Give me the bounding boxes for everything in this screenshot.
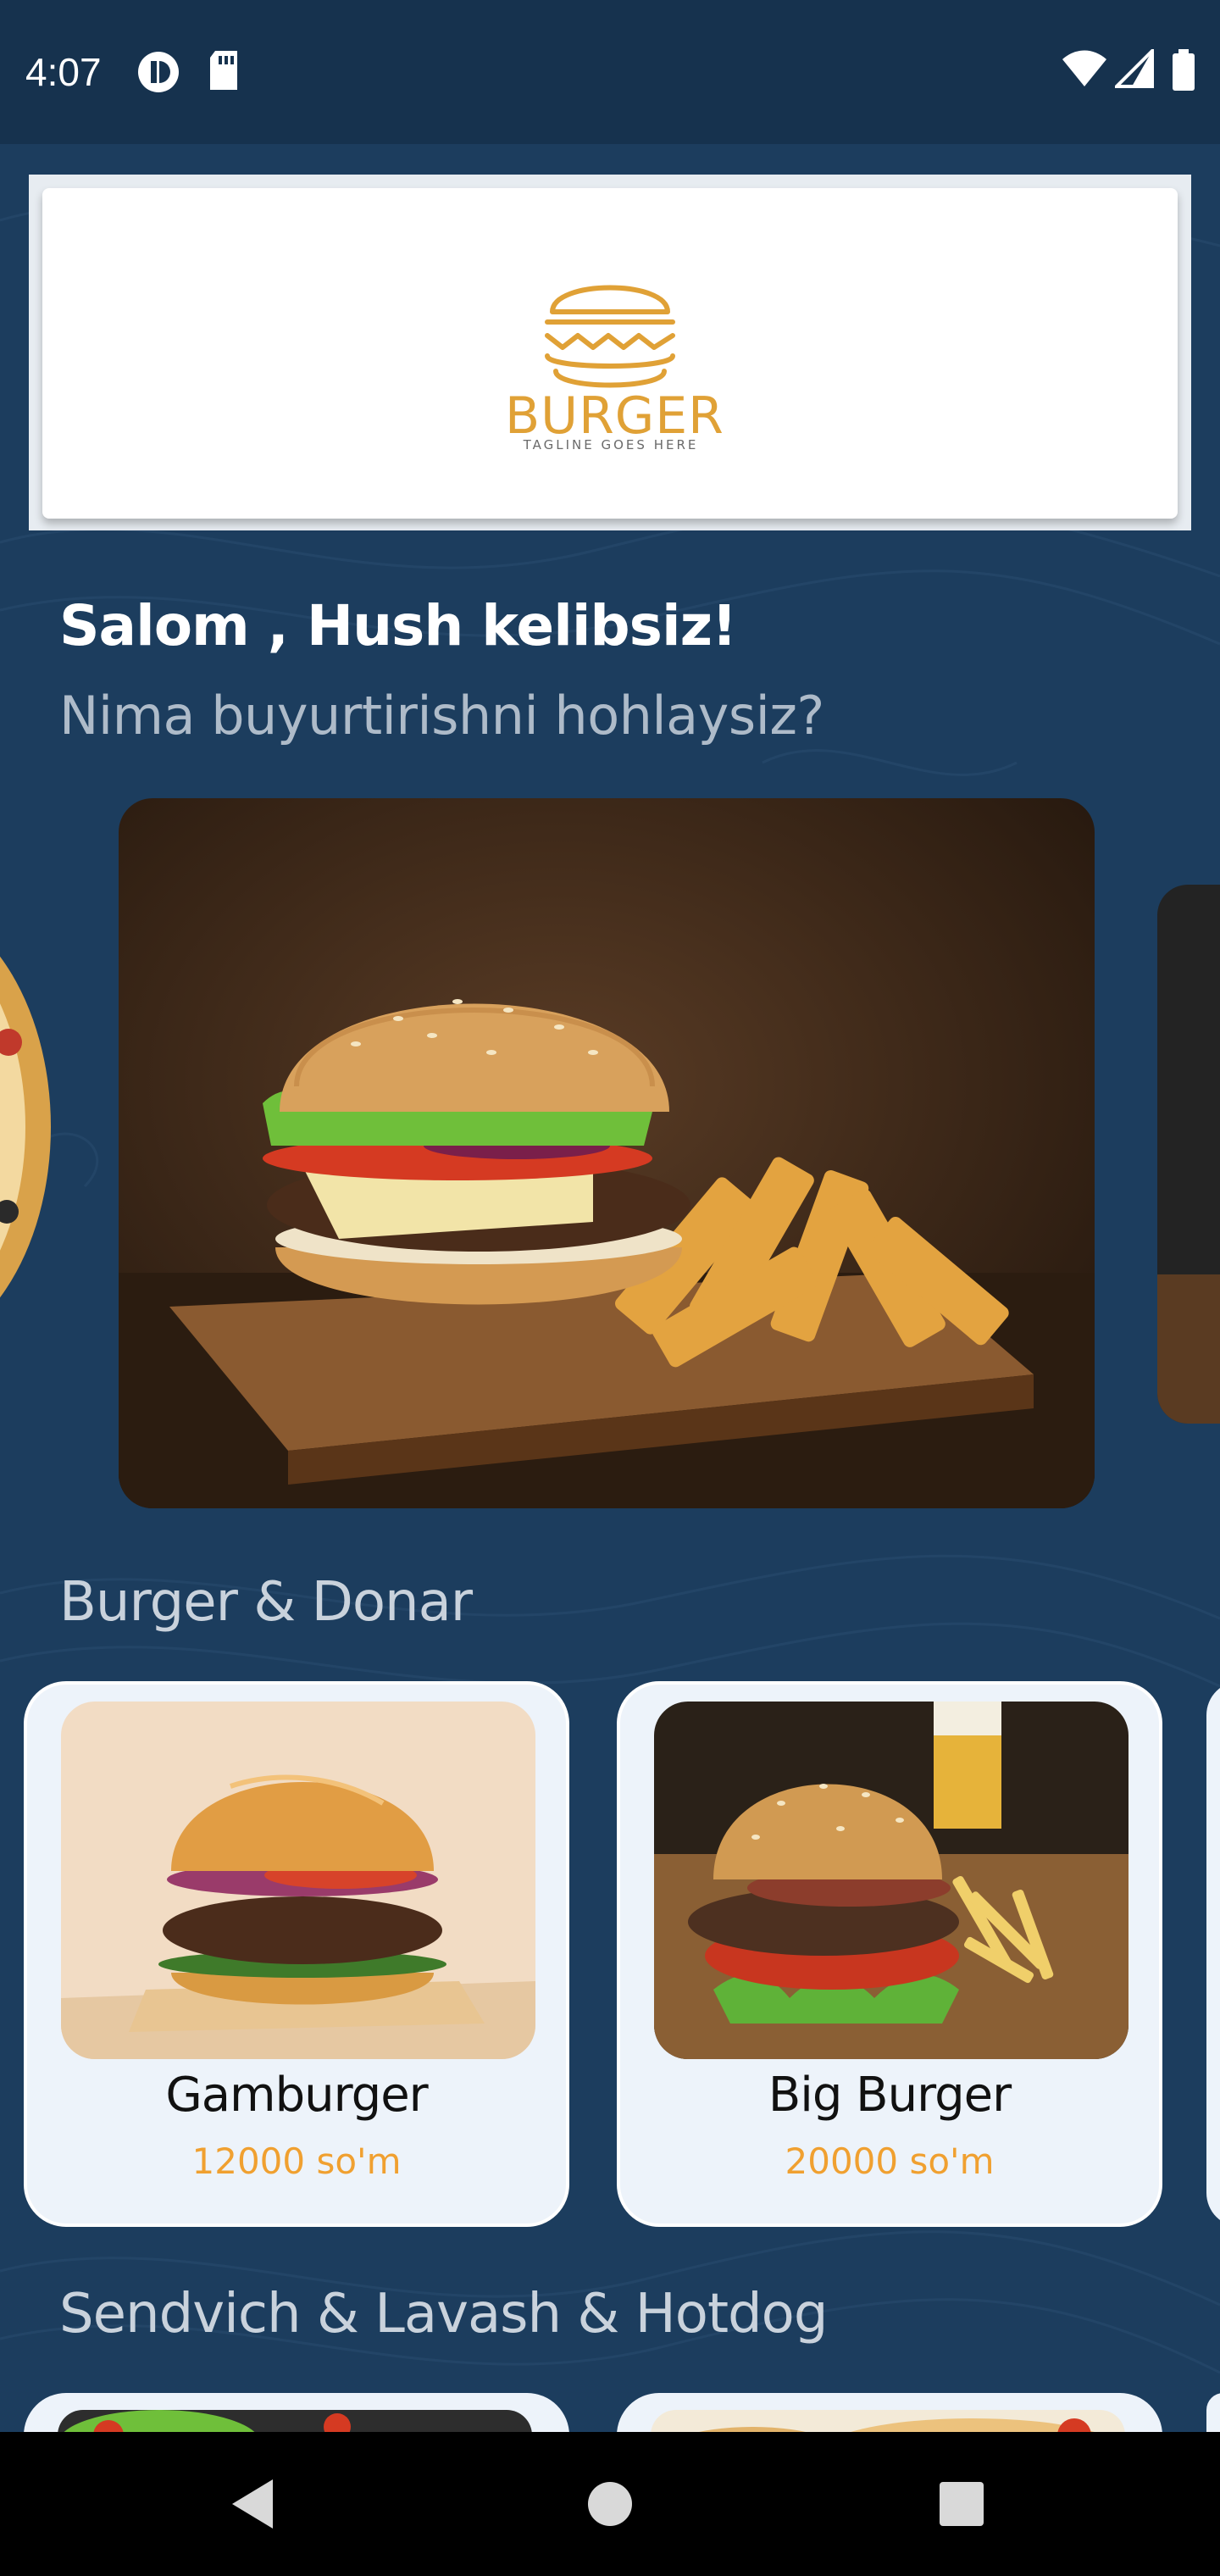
battery-icon — [1173, 49, 1195, 91]
status-time: 4:07 — [25, 50, 102, 94]
greeting-title: Salom , Hush kelibsiz! — [59, 593, 737, 658]
product-name: Big Burger — [768, 2068, 1012, 2123]
recents-square-icon[interactable] — [932, 2474, 991, 2534]
wifi-icon — [1062, 50, 1106, 86]
greeting-subtitle: Nima buyurtirishni hohlaysiz? — [59, 685, 824, 747]
back-triangle-icon[interactable] — [225, 2474, 285, 2534]
sd-card-icon — [210, 51, 237, 90]
product-card-gamburger[interactable]: Gamburger 12000 so'm — [24, 1681, 569, 2227]
carousel-next-slide[interactable] — [1157, 885, 1220, 1424]
burger-fries-photo — [119, 798, 1095, 1508]
home-circle-icon[interactable] — [580, 2474, 640, 2534]
section-title-sendvich-lavash-hotdog: Sendvich & Lavash & Hotdog — [59, 2283, 828, 2346]
status-bar: 4:07 — [0, 0, 1220, 144]
product-image — [654, 1702, 1128, 2059]
next-slide-photo — [1157, 885, 1220, 1424]
section-title-burger-donar: Burger & Donar — [59, 1571, 473, 1634]
product-card-big-burger[interactable]: Big Burger 20000 so'm — [617, 1681, 1162, 2227]
big-burger-photo — [654, 1702, 1128, 2059]
media-status-icon — [138, 52, 179, 92]
carousel-prev-slide[interactable] — [0, 890, 53, 1364]
product-price: 12000 so'm — [191, 2140, 402, 2182]
product-name: Gamburger — [165, 2068, 428, 2123]
product-image — [61, 1702, 535, 2059]
gamburger-photo — [61, 1702, 535, 2059]
carousel-main-slide[interactable] — [119, 798, 1095, 1508]
cell-signal-icon — [1115, 49, 1154, 88]
product-price: 20000 so'm — [785, 2140, 995, 2182]
pizza-image — [0, 956, 51, 1298]
product-card-partial[interactable] — [1206, 1681, 1220, 2227]
logo-tagline: TAGLINE GOES HERE — [523, 437, 699, 452]
